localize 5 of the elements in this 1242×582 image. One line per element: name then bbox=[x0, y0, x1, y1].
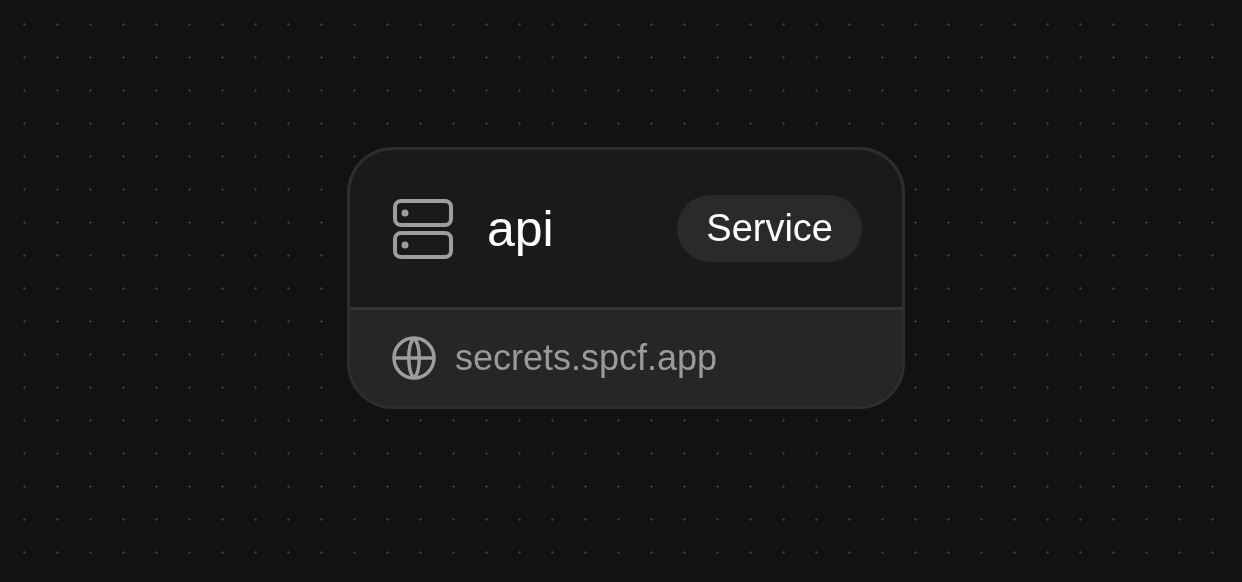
server-icon bbox=[393, 198, 453, 259]
service-card[interactable]: api Service secrets.spcf.app bbox=[347, 147, 905, 409]
globe-icon bbox=[391, 335, 437, 382]
service-tag: Service bbox=[677, 194, 862, 263]
service-name: api bbox=[487, 203, 554, 254]
